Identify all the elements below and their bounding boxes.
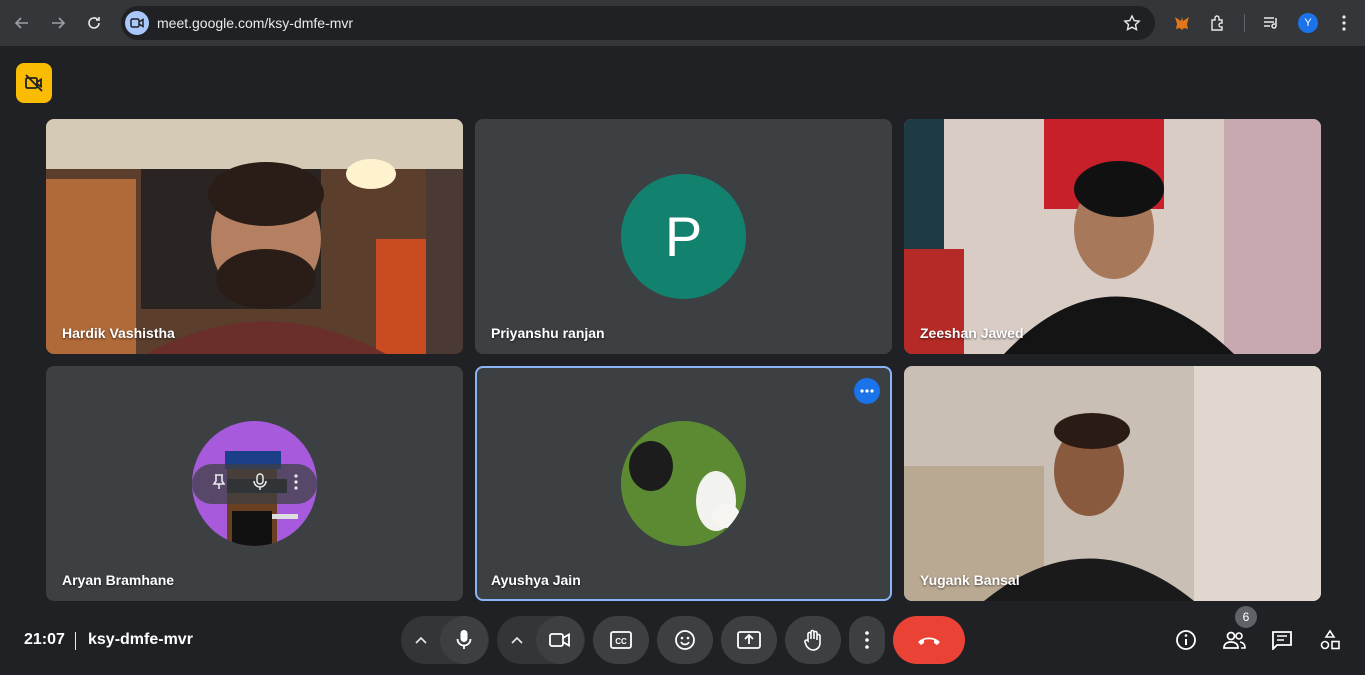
microphone-button[interactable] [440, 616, 488, 664]
bookmark-star-icon[interactable] [1123, 14, 1141, 37]
tile-more-options-button[interactable] [854, 378, 880, 404]
participant-name: Aryan Bramhane [62, 572, 175, 588]
tile-hover-controls [192, 464, 317, 504]
present-screen-button[interactable] [721, 616, 777, 664]
avatar-letter: P [664, 205, 703, 268]
camera-button[interactable] [536, 616, 584, 664]
meeting-time: 21:07 [24, 631, 65, 648]
participant-tile-selected[interactable]: Ayushya Jain [475, 366, 892, 601]
participant-avatar: P [621, 174, 746, 299]
activities-icon[interactable] [1318, 628, 1342, 652]
more-vert-icon [865, 631, 869, 649]
extensions-puzzle-icon[interactable] [1206, 11, 1230, 35]
participant-tile[interactable]: P Priyanshu ranjan [475, 119, 892, 354]
video-settings-chevron-icon[interactable] [498, 616, 536, 664]
pin-icon[interactable] [212, 473, 226, 495]
mute-participant-icon[interactable] [252, 472, 267, 496]
browser-toolbar: meet.google.com/ksy-dmfe-mvr Y [0, 0, 1365, 46]
reload-icon[interactable] [82, 11, 106, 35]
forward-icon[interactable] [46, 11, 70, 35]
captions-button[interactable]: CC [593, 616, 649, 664]
participant-video [46, 119, 463, 354]
url-text: meet.google.com/ksy-dmfe-mvr [157, 15, 354, 31]
participant-video [904, 366, 1321, 601]
dog-photo-avatar-image [621, 421, 746, 546]
captions-icon: CC [610, 631, 632, 649]
audio-settings-chevron-icon[interactable] [402, 616, 440, 664]
more-options-button[interactable] [849, 616, 885, 664]
chat-icon[interactable] [1270, 628, 1294, 652]
participant-count-badge: 6 [1235, 606, 1257, 628]
raise-hand-icon [804, 629, 821, 651]
raise-hand-button[interactable] [785, 616, 841, 664]
people-icon[interactable] [1222, 628, 1246, 652]
emoji-icon [675, 630, 695, 650]
time-divider [75, 632, 76, 650]
end-call-icon [918, 637, 940, 645]
leave-call-button[interactable] [893, 616, 965, 664]
participant-name: Zeeshan Jawed [920, 325, 1024, 341]
more-options-icon[interactable] [293, 473, 298, 495]
participant-tile[interactable]: Zeeshan Jawed [904, 119, 1321, 354]
participant-name: Yugank Bansal [920, 572, 1020, 588]
participant-name: Priyanshu ranjan [491, 325, 605, 341]
microphone-icon [456, 630, 472, 649]
back-icon[interactable] [10, 11, 34, 35]
camera-icon [549, 632, 570, 648]
participant-name: Hardik Vashistha [62, 325, 175, 341]
toolbar-separator [1244, 14, 1245, 32]
present-screen-icon [737, 631, 761, 649]
participant-name: Ayushya Jain [491, 572, 581, 588]
participant-avatar [621, 421, 746, 546]
meeting-code: ksy-dmfe-mvr [88, 631, 193, 648]
no-video-warning-button[interactable] [16, 63, 52, 103]
browser-menu-icon[interactable] [1332, 11, 1356, 35]
reactions-button[interactable] [657, 616, 713, 664]
meet-site-icon [125, 11, 149, 35]
metamask-extension-icon[interactable] [1170, 11, 1194, 35]
svg-text:CC: CC [615, 637, 627, 646]
participant-tile[interactable]: Yugank Bansal [904, 366, 1321, 601]
profile-avatar[interactable]: Y [1298, 13, 1318, 33]
participant-video [904, 119, 1321, 354]
microphone-control [401, 616, 489, 664]
camera-control [497, 616, 585, 664]
address-bar[interactable]: meet.google.com/ksy-dmfe-mvr [121, 6, 1155, 40]
meeting-controls-bar: 21:07 ksy-dmfe-mvr CC 6 [0, 605, 1365, 675]
participant-tile[interactable]: Aryan Bramhane [46, 366, 463, 601]
participant-tile[interactable]: Hardik Vashistha [46, 119, 463, 354]
meeting-details-icon[interactable] [1174, 628, 1198, 652]
media-control-icon[interactable] [1259, 11, 1283, 35]
